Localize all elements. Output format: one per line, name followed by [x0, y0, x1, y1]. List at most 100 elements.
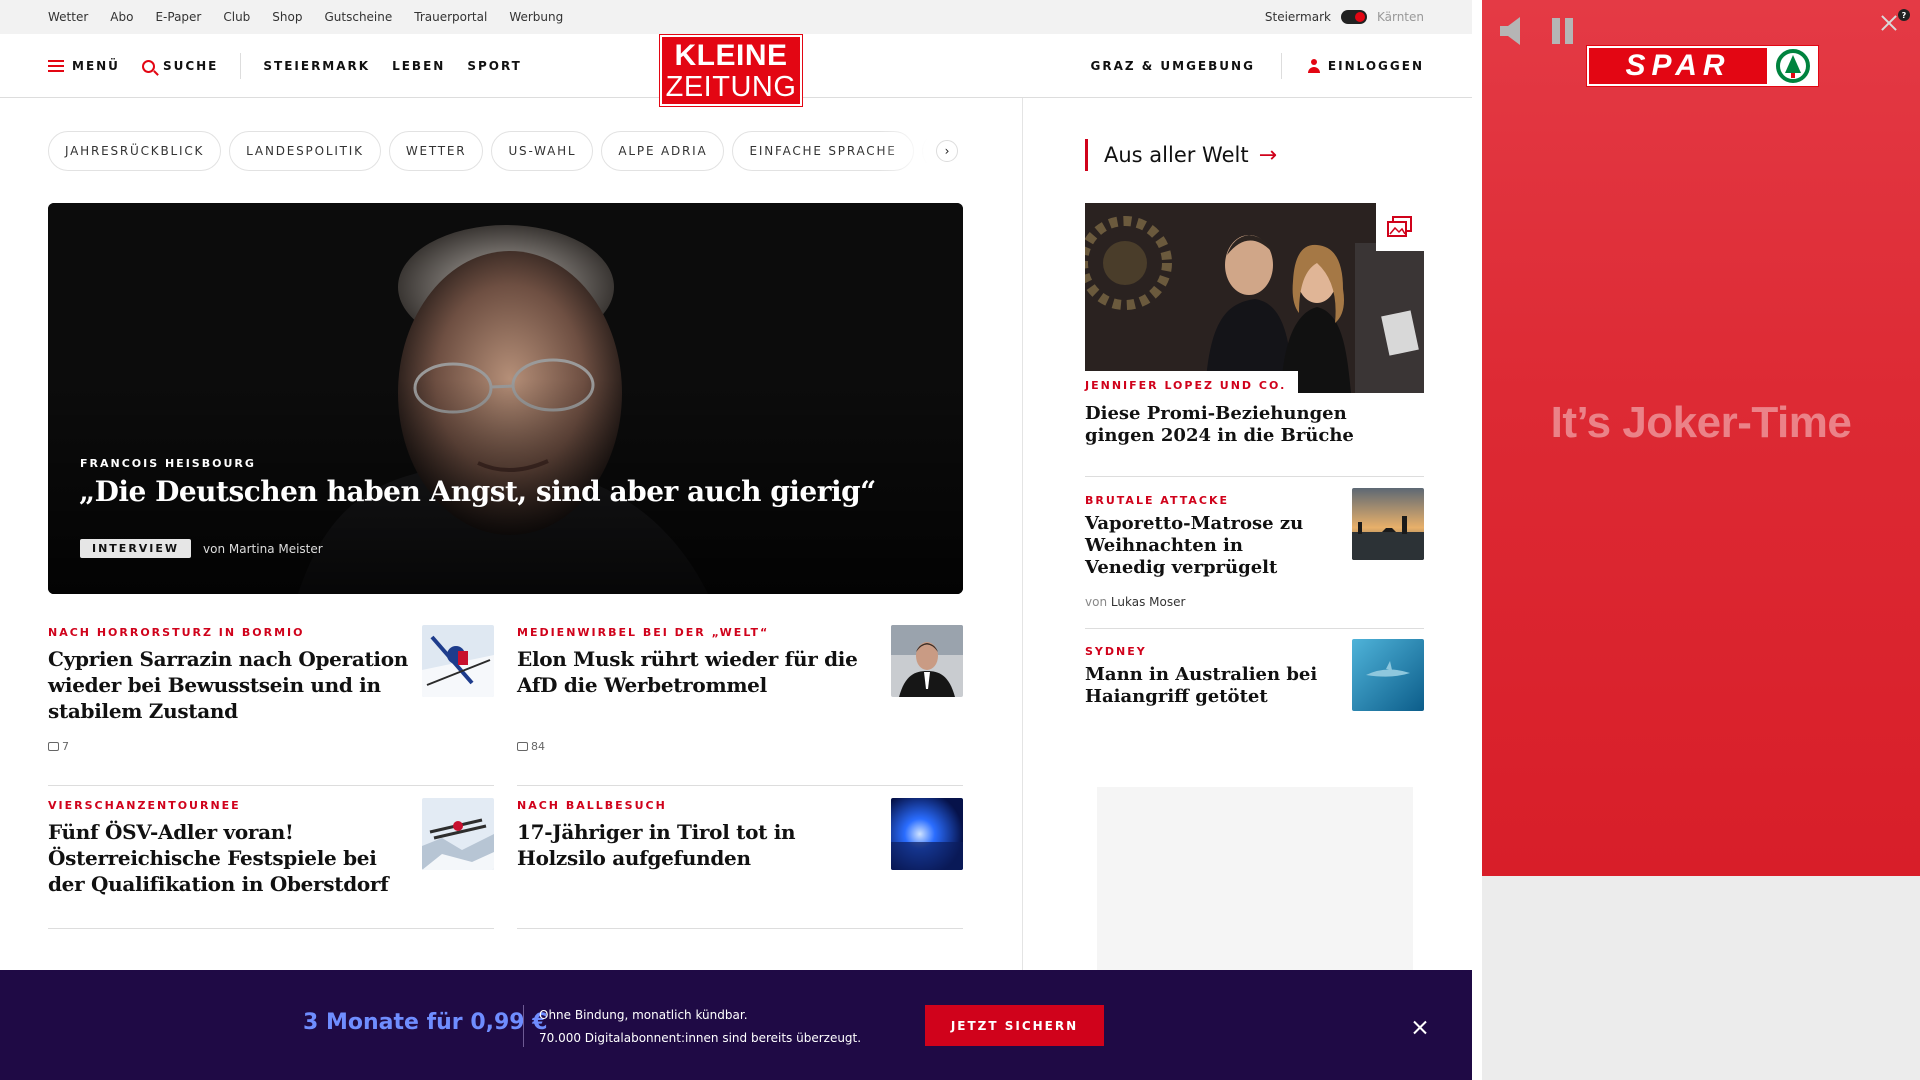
site-logo[interactable]: KLEINE ZEITUNG [659, 34, 803, 107]
nav-graz-umgebung[interactable]: GRAZ & UMGEBUNG [1091, 59, 1255, 73]
user-icon [1307, 59, 1320, 73]
article-kicker: NACH BALLBESUCH [517, 799, 667, 812]
section-heading-link[interactable]: Aus aller Welt → [1085, 139, 1277, 171]
sidebar-article[interactable]: SYDNEY Mann in Australien bei Haiangriff… [1085, 639, 1424, 725]
subscribe-button[interactable]: JETZT SICHERN [925, 1005, 1104, 1046]
article-comments[interactable]: 7 [48, 740, 69, 753]
nav-leben[interactable]: LEBEN [392, 59, 445, 73]
region-switch: Steiermark Kärnten [1265, 0, 1424, 34]
ad-info-icon[interactable]: ? [1898, 9, 1910, 21]
hero-author: von Martina Meister [203, 541, 323, 556]
login-label: EINLOGGEN [1327, 59, 1424, 73]
hero-format-badge: INTERVIEW [80, 539, 192, 558]
utility-link-epaper[interactable]: E-Paper [155, 10, 201, 24]
article-thumbnail [1352, 639, 1424, 711]
utility-link-gutscheine[interactable]: Gutscheine [324, 10, 392, 24]
pause-icon[interactable] [1552, 18, 1574, 44]
region-steiermark[interactable]: Steiermark [1265, 10, 1331, 24]
header-divider [1280, 53, 1282, 79]
utility-link-wetter[interactable]: Wetter [48, 10, 88, 24]
chip-alpe-adria[interactable]: ALPE ADRIA [601, 131, 725, 171]
region-kaernten[interactable]: Kärnten [1377, 10, 1424, 24]
utility-bar: Wetter Abo E-Paper Club Shop Gutscheine … [0, 0, 1472, 34]
hero-kicker: FRANCOIS HEISBOURG [80, 457, 256, 470]
comment-icon [48, 742, 59, 751]
article-teaser[interactable]: NACH BALLBESUCH 17-Jähriger in Tirol tot… [517, 798, 963, 929]
article-kicker: SYDNEY [1085, 645, 1147, 658]
comment-icon [517, 742, 528, 751]
banner-line2: 70.000 Digitalabonnent:innen sind bereit… [539, 1031, 862, 1045]
byline-prefix: von [1085, 595, 1108, 609]
logo-line2: ZEITUNG [665, 71, 797, 103]
topic-chips: JAHRESRÜCKBLICK LANDESPOLITIK WETTER US-… [48, 131, 963, 171]
article-thumbnail [422, 798, 494, 870]
banner-close-icon[interactable] [1408, 1016, 1432, 1040]
celebrity-photo [1085, 203, 1424, 393]
nav-sport[interactable]: SPORT [467, 59, 522, 73]
spar-wordmark: SPAR [1589, 48, 1767, 84]
login-button[interactable]: EINLOGGEN [1307, 59, 1424, 73]
article-title[interactable]: Elon Musk rührt wieder für die AfD die W… [517, 646, 877, 698]
banner-line1: Ohne Bindung, monatlich kündbar. [539, 1008, 748, 1022]
article-kicker: BRUTALE ATTACKE [1085, 494, 1229, 507]
nav-steiermark[interactable]: STEIERMARK [263, 59, 370, 73]
offer-text: 3 Monate für 0,99 € [303, 1010, 548, 1035]
article-teaser[interactable]: VIERSCHANZENTOURNEE Fünf ÖSV-Adler voran… [48, 798, 494, 929]
hamburger-icon [48, 60, 64, 72]
subscription-banner: 3 Monate für 0,99 € Ohne Bindung, monatl… [0, 970, 1472, 1080]
article-kicker: NACH HORRORSTURZ IN BORMIO [48, 626, 305, 639]
chip-jahresrueckblick[interactable]: JAHRESRÜCKBLICK [48, 131, 222, 171]
article-title[interactable]: Cyprien Sarrazin nach Operation wieder b… [48, 646, 408, 724]
section-heading: Aus aller Welt [1104, 143, 1249, 167]
article-title[interactable]: Diese Promi-Beziehungen gingen 2024 in d… [1085, 403, 1405, 447]
spar-ad[interactable]: SPAR It’s Joker-Time [1482, 0, 1920, 876]
spar-logo[interactable]: SPAR [1586, 45, 1819, 87]
article-teaser[interactable]: MEDIENWIRBEL BEI DER „WELT“ Elon Musk rü… [517, 625, 963, 786]
ad-gutter [1472, 0, 1482, 1080]
article-title[interactable]: Fünf ÖSV-Adler voran! Österreichische Fe… [48, 819, 408, 897]
utility-link-shop[interactable]: Shop [272, 10, 302, 24]
utility-link-club[interactable]: Club [223, 10, 250, 24]
article-comments[interactable]: 84 [517, 740, 545, 753]
chevron-right-icon[interactable]: › [936, 140, 958, 162]
chip-landespolitik[interactable]: LANDESPOLITIK [229, 131, 381, 171]
gallery-icon [1376, 203, 1424, 251]
sidebar-article[interactable]: BRUTALE ATTACKE Vaporetto-Matrose zu Wei… [1085, 488, 1424, 628]
utility-link-trauerportal[interactable]: Trauerportal [414, 10, 487, 24]
region-toggle[interactable] [1340, 10, 1367, 24]
column-divider [1022, 98, 1023, 970]
logo-line1: KLEINE [674, 39, 788, 72]
hero-title[interactable]: „Die Deutschen haben Angst, sind aber au… [79, 475, 876, 508]
header-divider [240, 53, 242, 79]
hero-meta: INTERVIEW von Martina Meister [80, 539, 323, 558]
comment-count: 84 [531, 740, 545, 753]
hero-article[interactable]: FRANCOIS HEISBOURG „Die Deutschen haben … [48, 203, 963, 594]
banner-description: Ohne Bindung, monatlich kündbar. 70.000 … [539, 1004, 861, 1050]
ad-close-icon[interactable] [1878, 12, 1900, 34]
search-icon [141, 59, 155, 73]
sidebar-top-article[interactable]: JENNIFER LOPEZ UND CO. Diese Promi-Bezie… [1085, 203, 1424, 477]
utility-links: Wetter Abo E-Paper Club Shop Gutscheine … [48, 0, 563, 34]
article-title[interactable]: Vaporetto-Matrose zu Weihnachten in Vene… [1085, 513, 1325, 579]
speaker-muted-icon[interactable] [1496, 14, 1530, 52]
chip-us-wahl[interactable]: US-WAHL [491, 131, 594, 171]
header-right-nav: GRAZ & UMGEBUNG EINLOGGEN [1091, 34, 1425, 98]
divider [1085, 628, 1424, 629]
utility-link-werbung[interactable]: Werbung [509, 10, 563, 24]
search-button[interactable]: SUCHE [141, 59, 219, 73]
article-thumbnail [891, 798, 963, 870]
menu-label: MENÜ [72, 59, 120, 73]
chip-wetter[interactable]: WETTER [388, 131, 484, 171]
search-label: SUCHE [162, 59, 219, 73]
comment-count: 7 [62, 740, 69, 753]
spar-tree-icon [1769, 48, 1816, 84]
article-title[interactable]: Mann in Australien bei Haiangriff getöte… [1085, 664, 1325, 708]
article-teaser[interactable]: NACH HORRORSTURZ IN BORMIO Cyprien Sarra… [48, 625, 494, 786]
header-left-nav: MENÜ SUCHE STEIERMARK LEBEN SPORT [48, 34, 522, 98]
article-byline: von Lukas Moser [1085, 595, 1185, 609]
article-thumbnail [1352, 488, 1424, 560]
article-title[interactable]: 17-Jähriger in Tirol tot in Holzsilo auf… [517, 819, 877, 871]
utility-link-abo[interactable]: Abo [110, 10, 133, 24]
banner-divider [523, 1005, 524, 1047]
menu-button[interactable]: MENÜ [48, 59, 120, 73]
